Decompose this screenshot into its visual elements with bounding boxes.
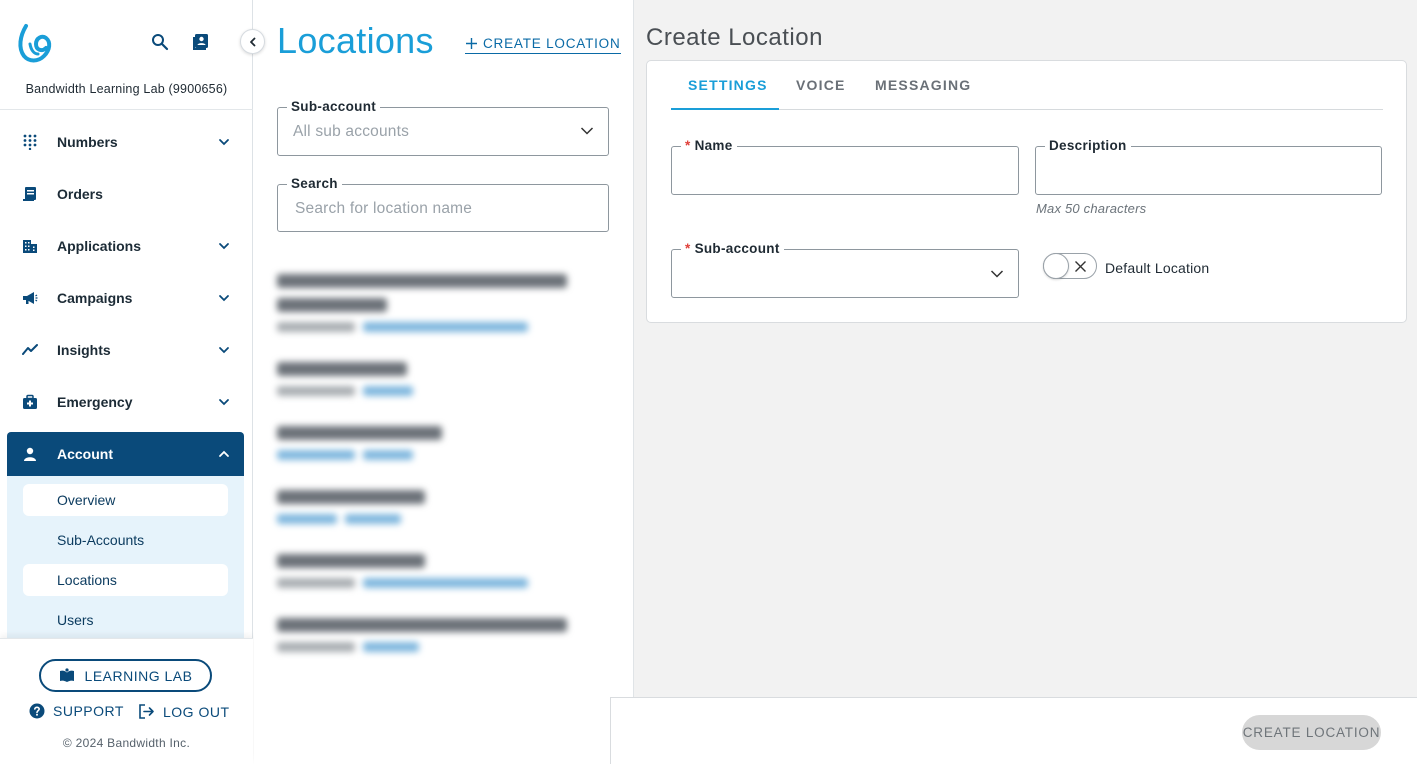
org-name: Bandwidth Learning Lab (9900656) bbox=[25, 82, 228, 96]
subaccount-label: * Sub-account bbox=[681, 241, 784, 257]
help-icon bbox=[29, 703, 45, 719]
form-title: Create Location bbox=[646, 24, 823, 51]
nav-item-insights[interactable]: Insights bbox=[7, 324, 244, 376]
divider bbox=[0, 109, 253, 110]
subaccount-filter-label: Sub-account bbox=[287, 99, 381, 115]
form-tabs: SETTINGS VOICE MESSAGING bbox=[671, 73, 1383, 110]
nav-item-campaigns[interactable]: Campaigns bbox=[7, 272, 244, 324]
book-icon bbox=[59, 667, 74, 682]
location-search-input[interactable]: Search Search for location name bbox=[277, 176, 609, 232]
description-field[interactable]: Description bbox=[1035, 138, 1382, 195]
list-item[interactable] bbox=[277, 274, 577, 332]
logout-label: LOG OUT bbox=[163, 703, 230, 720]
sidebar-footer: LEARNING LAB SUPPORT LOG OUT © 2024 Band… bbox=[0, 638, 253, 764]
active-tab-indicator bbox=[671, 108, 779, 110]
collapse-sidebar-button[interactable] bbox=[240, 29, 265, 54]
logout-icon bbox=[139, 704, 154, 719]
support-link[interactable]: SUPPORT bbox=[29, 703, 124, 719]
learning-lab-button[interactable]: LEARNING LAB bbox=[39, 659, 212, 692]
nav-item-account[interactable]: Account bbox=[7, 432, 244, 476]
nav-label: Insights bbox=[57, 342, 111, 358]
nav-label: Campaigns bbox=[57, 290, 133, 306]
subaccount-filter-value: All sub accounts bbox=[293, 123, 410, 140]
tab-settings[interactable]: SETTINGS bbox=[688, 77, 768, 93]
create-location-label: CREATE LOCATION bbox=[483, 36, 621, 51]
description-hint: Max 50 characters bbox=[1036, 201, 1147, 216]
nav-item-orders[interactable]: Orders bbox=[7, 168, 244, 220]
chevron-down-icon bbox=[219, 347, 229, 354]
locations-list-panel: Locations CREATE LOCATION Sub-account Al… bbox=[254, 0, 634, 764]
create-location-card: SETTINGS VOICE MESSAGING * Name Descripti… bbox=[646, 60, 1407, 323]
copyright: © 2024 Bandwidth Inc. bbox=[62, 736, 191, 750]
list-item[interactable] bbox=[277, 490, 577, 524]
nav-label: Account bbox=[57, 446, 113, 462]
chevron-up-icon bbox=[219, 450, 229, 457]
tab-messaging[interactable]: MESSAGING bbox=[875, 77, 971, 93]
nav-item-numbers[interactable]: Numbers bbox=[7, 116, 244, 168]
search-placeholder: Search for location name bbox=[295, 200, 473, 217]
chevron-down-icon bbox=[219, 399, 229, 406]
logout-link[interactable]: LOG OUT bbox=[138, 703, 230, 720]
sidebar: Bandwidth Learning Lab (9900656) Numbers… bbox=[0, 0, 265, 764]
support-label: SUPPORT bbox=[53, 703, 124, 719]
list-item[interactable] bbox=[277, 362, 577, 396]
subnav-item-users[interactable]: Users bbox=[23, 604, 228, 636]
nav-label: Numbers bbox=[57, 134, 118, 150]
list-item[interactable] bbox=[277, 554, 577, 588]
default-location-label: Default Location bbox=[1105, 260, 1210, 276]
nav-item-emergency[interactable]: Emergency bbox=[7, 376, 244, 428]
create-location-link[interactable]: CREATE LOCATION bbox=[465, 36, 621, 54]
search-icon[interactable] bbox=[150, 32, 170, 52]
first-aid-icon bbox=[21, 393, 39, 411]
learning-lab-label: LEARNING LAB bbox=[84, 667, 193, 684]
nav-label: Orders bbox=[57, 186, 103, 202]
page-title: Locations bbox=[277, 20, 434, 61]
name-label: * Name bbox=[681, 138, 737, 154]
list-item[interactable] bbox=[277, 426, 577, 460]
building-icon bbox=[21, 237, 39, 255]
nav-label: Applications bbox=[57, 238, 142, 254]
main-nav: Numbers Orders Applications Campaigns In… bbox=[7, 116, 244, 641]
create-location-submit-button[interactable]: CREATE LOCATION bbox=[1242, 715, 1381, 750]
subaccount-select[interactable]: * Sub-account bbox=[671, 241, 1019, 298]
contacts-book-icon[interactable] bbox=[191, 32, 211, 52]
create-location-pane: Create Location SETTINGS VOICE MESSAGING… bbox=[634, 0, 1417, 764]
orders-icon bbox=[21, 185, 39, 203]
chevron-down-icon bbox=[580, 127, 594, 135]
chevron-left-icon bbox=[249, 37, 255, 46]
trend-icon bbox=[21, 341, 39, 359]
nav-item-applications[interactable]: Applications bbox=[7, 220, 244, 272]
chevron-down-icon bbox=[219, 243, 229, 250]
toggle-knob bbox=[1043, 253, 1069, 279]
chevron-down-icon bbox=[219, 139, 229, 146]
subnav-item-sub-accounts[interactable]: Sub-Accounts bbox=[23, 524, 228, 556]
megaphone-icon bbox=[21, 289, 39, 307]
name-field[interactable]: * Name bbox=[671, 138, 1019, 195]
person-icon bbox=[21, 445, 39, 463]
form-footer: CREATE LOCATION bbox=[610, 697, 1417, 764]
nav-label: Emergency bbox=[57, 394, 133, 410]
subnav-item-locations[interactable]: Locations bbox=[23, 564, 228, 596]
blurred-location-list bbox=[277, 274, 577, 682]
chevron-down-icon bbox=[990, 270, 1004, 278]
tab-voice[interactable]: VOICE bbox=[796, 77, 846, 93]
search-label: Search bbox=[287, 176, 342, 192]
close-icon bbox=[1075, 261, 1086, 272]
plus-icon bbox=[466, 38, 477, 49]
list-item[interactable] bbox=[277, 618, 577, 652]
default-location-toggle[interactable] bbox=[1043, 253, 1097, 279]
chevron-down-icon bbox=[219, 295, 229, 302]
dial-pad-icon bbox=[21, 133, 39, 151]
description-label: Description bbox=[1045, 138, 1131, 154]
account-subnav: Overview Sub-Accounts Locations Users bbox=[7, 476, 244, 641]
bandwidth-logo[interactable] bbox=[16, 22, 54, 64]
subaccount-filter-select[interactable]: Sub-account All sub accounts bbox=[277, 99, 609, 156]
subnav-item-overview[interactable]: Overview bbox=[23, 484, 228, 516]
